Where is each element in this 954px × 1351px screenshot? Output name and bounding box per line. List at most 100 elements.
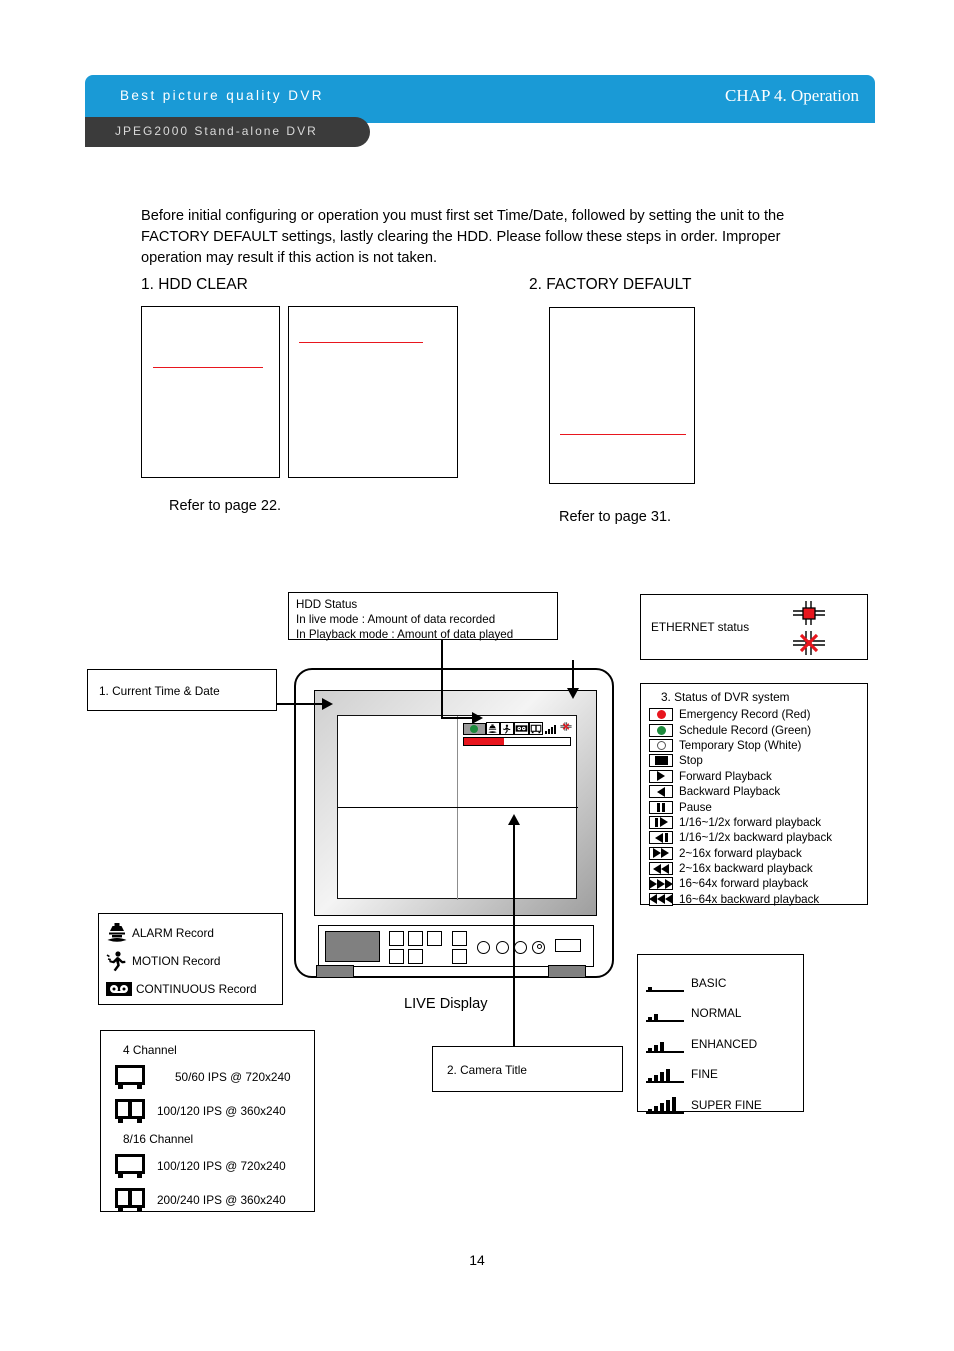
highlight-line — [299, 342, 423, 343]
hdd-status-line-3: In Playback mode : Amount of data played — [296, 628, 514, 641]
status-label: 2~16x forward playback — [679, 846, 802, 860]
dvr-status-callout: 3. Status of DVR system Emergency Record… — [640, 683, 868, 906]
quality-row: FINE — [646, 1053, 803, 1083]
fast-backward-icon — [649, 862, 673, 876]
panel-button[interactable] — [452, 949, 467, 964]
monitor-stand-right — [548, 965, 586, 978]
status-row: Stop — [649, 753, 867, 768]
panel-button[interactable] — [408, 931, 423, 946]
step-2-heading: 2. FACTORY DEFAULT — [529, 276, 692, 293]
monitor-body — [294, 668, 614, 978]
dvr-panel-display — [325, 931, 380, 962]
panel-knob[interactable] — [496, 941, 509, 954]
osd-record-status-icon — [463, 722, 486, 735]
osd-quality-bars-icon — [544, 723, 556, 734]
record-green-icon — [649, 723, 673, 737]
quality-row: ENHANCED — [646, 1022, 803, 1053]
quality-row: BASIC — [646, 961, 803, 992]
status-label: Schedule Record (Green) — [679, 723, 812, 737]
slow-backward-icon — [649, 831, 673, 845]
channel-spec-label: 200/240 IPS @ 360x240 — [157, 1192, 286, 1207]
status-row: Temporary Stop (White) — [649, 738, 867, 753]
status-row: 1/16~1/2x backward playback — [649, 830, 867, 845]
panel-button[interactable] — [389, 949, 404, 964]
hdd-usage-bar-fill — [464, 738, 505, 745]
connector-line — [277, 703, 327, 705]
osd-ethernet-disconnected-icon — [559, 720, 573, 738]
status-row: Backward Playback — [649, 784, 867, 799]
hdd-status-line-1: HDD Status — [296, 598, 358, 611]
chapter-label: CHAP 4. Operation — [725, 86, 859, 105]
osd-overlay — [463, 720, 573, 746]
connector-arrow — [472, 712, 483, 724]
panel-knob[interactable] — [477, 941, 490, 954]
record-type-label: ALARM Record — [132, 925, 214, 940]
hdd-clear-screenshot-a — [141, 306, 280, 478]
record-red-icon — [649, 708, 673, 722]
screen-full-icon — [115, 1154, 145, 1178]
ethernet-icon-group — [789, 600, 829, 660]
quality-bars-3-icon — [646, 1036, 684, 1053]
camera-title-callout: 2. Camera Title — [432, 1046, 623, 1092]
panel-slot — [555, 939, 581, 952]
status-label: 2~16x backward playback — [679, 862, 813, 876]
quality-bars-2-icon — [646, 1005, 684, 1022]
play-backward-icon — [649, 785, 673, 799]
slow-forward-icon — [649, 815, 673, 829]
record-type-label: MOTION Record — [132, 953, 221, 968]
record-white-icon — [649, 738, 673, 752]
status-row: Emergency Record (Red) — [649, 707, 867, 722]
live-view-screen — [337, 715, 578, 900]
intro-paragraph: Before initial configuring or operation … — [141, 208, 785, 266]
play-forward-icon — [649, 769, 673, 783]
status-label: 1/16~1/2x forward playback — [679, 815, 822, 829]
panel-button[interactable] — [389, 931, 404, 946]
channel-spec-row: 200/240 IPS @ 360x240 — [113, 1183, 314, 1217]
monitor-stand-left — [316, 965, 354, 978]
panel-button[interactable] — [452, 931, 467, 946]
panel-button[interactable] — [408, 949, 423, 964]
quality-bars-1-icon — [646, 975, 684, 992]
quality-row: SUPER FINE — [646, 1083, 803, 1114]
osd-motion-icon — [499, 722, 514, 735]
quality-row: NORMAL — [646, 992, 803, 1022]
panel-knob[interactable] — [514, 941, 527, 954]
current-time-date-callout: 1. Current Time & Date — [87, 669, 277, 711]
refer-note-right: Refer to page 31. — [559, 509, 672, 525]
ethernet-connected-icon — [793, 601, 825, 625]
status-label: Stop — [679, 754, 703, 768]
quality-label: NORMAL — [691, 1006, 742, 1020]
record-type-callout: ALARM Record MOTION Record CONTINUOUS Re… — [98, 913, 283, 1005]
screen-split-icon — [115, 1099, 145, 1123]
ethernet-disconnected-icon — [793, 631, 825, 655]
quality-label: FINE — [691, 1067, 718, 1081]
product-tab-label: JPEG2000 Stand-alone DVR — [115, 124, 318, 138]
channel-spec-row: 100/120 IPS @ 720x240 — [113, 1149, 314, 1183]
hdd-usage-bar — [463, 737, 571, 746]
connector-arrow — [322, 698, 333, 710]
step-1-heading: 1. HDD CLEAR — [141, 276, 248, 293]
factory-default-screenshot — [549, 307, 695, 484]
channel-spec-row: 100/120 IPS @ 360x240 — [113, 1094, 314, 1128]
camera-title-label: 2. Camera Title — [447, 1063, 527, 1077]
screen-full-icon — [115, 1065, 145, 1089]
status-row: Schedule Record (Green) — [649, 722, 867, 737]
channel-spec-label: 50/60 IPS @ 720x240 — [175, 1069, 291, 1084]
status-row: 2~16x forward playback — [649, 846, 867, 861]
fastest-forward-icon — [649, 877, 673, 891]
status-label: 1/16~1/2x backward playback — [679, 831, 833, 845]
alarm-icon — [107, 923, 127, 942]
hdd-clear-screenshot-b — [288, 306, 458, 478]
quality-label: SUPER FINE — [691, 1097, 762, 1112]
status-row: 1/16~1/2x forward playback — [649, 815, 867, 830]
ethernet-status-callout: ETHERNET status — [640, 594, 868, 660]
record-type-row: MOTION Record — [105, 947, 282, 975]
pause-icon — [649, 800, 673, 814]
panel-button[interactable] — [427, 931, 442, 946]
highlight-line — [560, 434, 686, 435]
stop-icon — [649, 754, 673, 768]
quality-label: BASIC — [691, 975, 727, 990]
screen-split-icon — [115, 1188, 145, 1212]
status-label: 16~64x backward playback — [679, 892, 820, 906]
channel-spec-label: 100/120 IPS @ 720x240 — [157, 1158, 286, 1173]
